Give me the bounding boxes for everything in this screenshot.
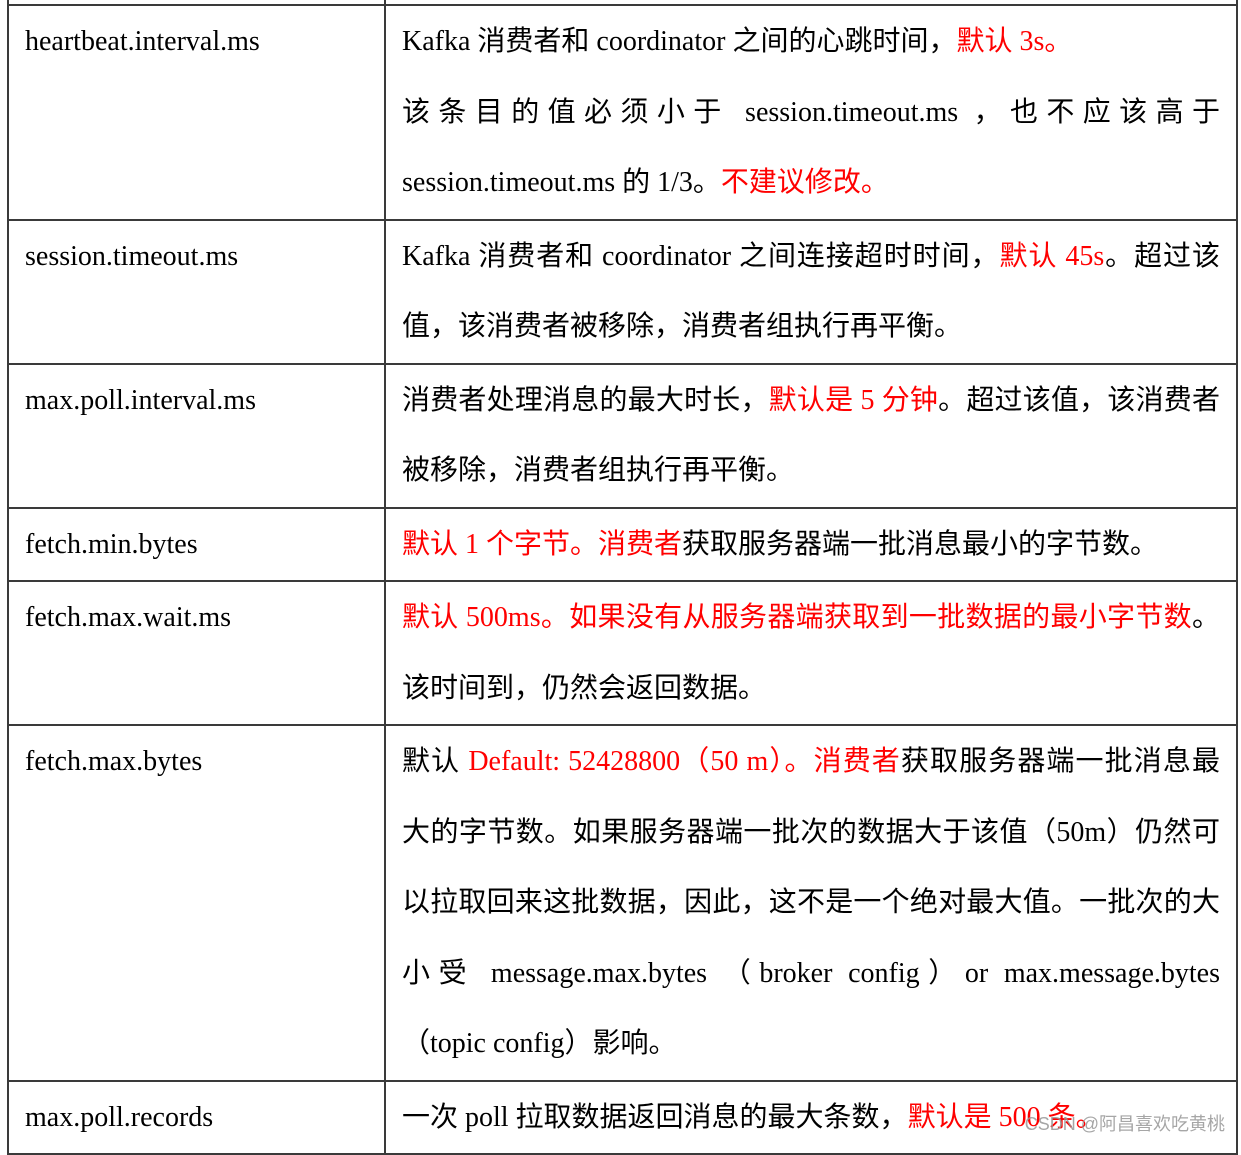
description-text: Kafka 消费者和 coordinator 之间的心跳时间， [402, 26, 957, 57]
default-value-highlight: 默认 45s [999, 240, 1105, 272]
description-text: Kafka 消费者和 coordinator 之间连接超时时间， [402, 240, 1000, 272]
table-row: fetch.max.bytes 默认 Default: 52428800（50 … [7, 724, 1238, 1082]
kafka-consumer-config-table: heartbeat.interval.ms Kafka 消费者和 coordin… [7, 0, 1238, 1155]
default-value-highlight: 默认 500ms。如果没有从服务器端获取到一批数据的最小字节数 [402, 602, 1192, 633]
config-description: 默认 1 个字节。消费者获取服务器端一批消息最小的字节数。 [384, 506, 1238, 582]
description-text: 获取服务器端一批消息最大的字节数。如果服务器端一批次的数据大于该值（50m）仍然… [402, 746, 1220, 1059]
description-text: 默认 [402, 746, 469, 777]
description-text: 消费者处理消息的最大时长， [402, 384, 769, 416]
csdn-watermark: CSDN @阿昌喜欢吃黄桃 [1024, 1114, 1225, 1134]
default-value-highlight: 默认 3s。 [956, 26, 1073, 57]
config-description: Kafka 消费者和 coordinator 之间连接超时时间，默认 45s。超… [384, 218, 1238, 365]
config-key: max.poll.interval.ms [7, 362, 386, 509]
config-key: max.poll.records [7, 1079, 386, 1155]
config-description: Kafka 消费者和 coordinator 之间的心跳时间，默认 3s。 该条目… [384, 4, 1238, 221]
config-key: fetch.max.wait.ms [7, 580, 386, 726]
table-row: max.poll.interval.ms 消费者处理消息的最大时长，默认是 5 … [7, 362, 1238, 509]
config-description: 消费者处理消息的最大时长，默认是 5 分钟。超过该值，该消费者被移除，消费者组执… [384, 362, 1238, 509]
default-value-highlight: Default: 52428800（50 m）。消费者 [468, 746, 901, 777]
config-description: 默认 500ms。如果没有从服务器端获取到一批数据的最小字节数。该时间到，仍然会… [384, 580, 1238, 726]
config-key: heartbeat.interval.ms [7, 4, 386, 221]
table-row: session.timeout.ms Kafka 消费者和 coordinato… [7, 218, 1238, 365]
default-value-highlight: 默认是 5 分钟 [768, 384, 939, 416]
config-key: fetch.min.bytes [7, 506, 386, 582]
description-text: 一次 poll 拉取数据返回消息的最大条数， [402, 1101, 908, 1133]
config-key: fetch.max.bytes [7, 724, 386, 1082]
table-row: heartbeat.interval.ms Kafka 消费者和 coordin… [7, 4, 1238, 221]
table-row: fetch.min.bytes 默认 1 个字节。消费者获取服务器端一批消息最小… [7, 506, 1238, 582]
default-value-highlight: 默认 1 个字节。消费者 [402, 528, 683, 560]
config-key: session.timeout.ms [7, 218, 386, 365]
table-row: fetch.max.wait.ms 默认 500ms。如果没有从服务器端获取到一… [7, 580, 1238, 726]
config-description: 默认 Default: 52428800（50 m）。消费者获取服务器端一批消息… [384, 724, 1238, 1082]
description-text: 获取服务器端一批消息最小的字节数。 [682, 528, 1159, 560]
recommendation-highlight: 不建议修改。 [720, 167, 889, 198]
